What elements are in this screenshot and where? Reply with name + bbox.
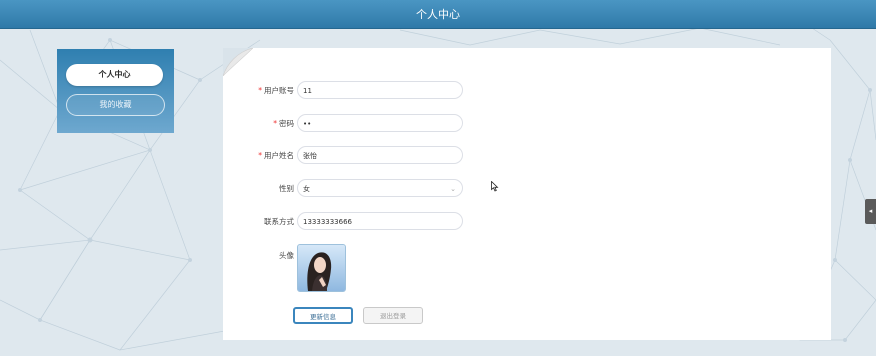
gender-label: 性别 [279,184,294,193]
avatar[interactable] [297,244,346,292]
required-mark: * [258,86,262,95]
username-label: 用户账号 [264,86,294,95]
name-label: 用户姓名 [264,151,294,160]
chevron-down-icon: ⌄ [450,185,456,193]
form-row-contact: 联系方式 13333333666 [223,212,831,232]
sidebar: 个人中心 我的收藏 [57,49,174,133]
page-curl-decoration [223,48,253,76]
form-row-username: * 用户账号 11 [223,81,831,101]
required-mark: * [258,151,262,160]
required-mark: * [273,119,277,128]
side-collapse-tab[interactable]: ◂ [865,199,876,224]
form-row-gender: 性别 女 ⌄ [223,179,831,199]
name-input[interactable]: 张怡 [297,146,463,164]
username-input[interactable]: 11 [297,81,463,99]
chevron-left-icon: ◂ [868,207,873,215]
avatar-label: 头像 [279,251,294,260]
form-row-password: * 密码 •• [223,114,831,134]
password-label: 密码 [279,119,294,128]
logout-button[interactable]: 退出登录 [363,307,423,324]
update-info-button[interactable]: 更新信息 [293,307,353,324]
top-header: 个人中心 [0,0,876,29]
contact-label: 联系方式 [264,217,294,226]
contact-input[interactable]: 13333333666 [297,212,463,230]
form-row-name: * 用户姓名 张怡 [223,146,831,166]
page-title: 个人中心 [416,8,460,21]
sidebar-item-personal-center[interactable]: 个人中心 [66,64,163,86]
password-input[interactable]: •• [297,114,463,132]
sidebar-item-my-favorites[interactable]: 我的收藏 [66,94,165,116]
avatar-image [298,245,345,291]
gender-select[interactable]: 女 ⌄ [297,179,463,197]
profile-panel: * 用户账号 11 * 密码 •• * 用户姓名 张怡 性别 女 ⌄ 联系方式 133… [223,48,831,340]
mouse-cursor-icon [491,181,499,192]
gender-value: 女 [303,185,310,193]
